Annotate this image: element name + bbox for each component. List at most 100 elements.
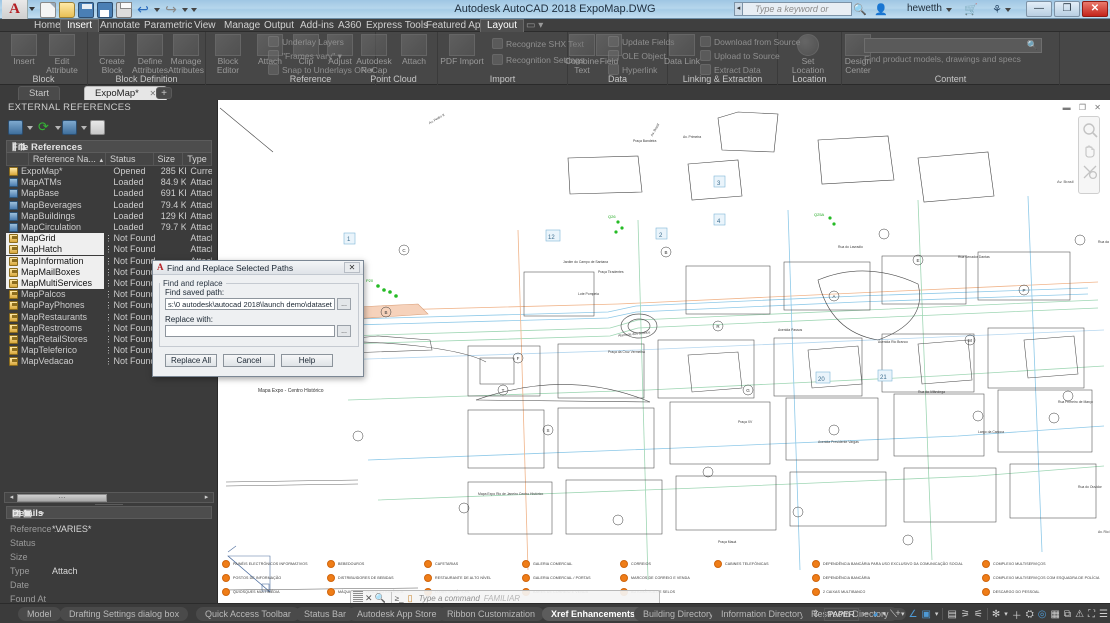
user-icon[interactable]: 👤 [874, 3, 888, 16]
layout-tab[interactable]: Drafting Settings dialog box [60, 607, 189, 621]
panel-title-linking[interactable]: Linking & Extraction [668, 74, 777, 85]
table-row[interactable]: MapBuildings Loaded 129 KBAttach [6, 211, 212, 222]
replace-browse-button[interactable]: ... [337, 325, 351, 337]
manage-attributes-button[interactable]: Manage Attributes [164, 34, 208, 75]
panel-title-content[interactable]: Content [842, 74, 1059, 85]
refresh-dropdown-arrow[interactable] [55, 126, 61, 130]
search-input[interactable]: Type a keyword or phrase [742, 2, 852, 27]
palette-horizontal-scrollbar[interactable]: ◂ ⋯ ▸ [4, 492, 214, 503]
tab-layout[interactable]: Layout [480, 19, 525, 32]
person-b-icon[interactable]: ⚟ [974, 609, 983, 620]
cell-reference-name[interactable]: ExpoMap* [6, 166, 105, 177]
viewport-icon[interactable]: ▣ [921, 609, 930, 620]
help-book-icon[interactable] [90, 120, 105, 135]
layout-tab[interactable]: Xref Enhancements [542, 607, 645, 621]
ole-object-button[interactable]: OLE Object [608, 50, 666, 61]
share-icon[interactable]: ⚘ [992, 3, 1002, 16]
copy-icon[interactable]: ⧉ [1064, 609, 1071, 620]
command-input[interactable]: Type a command [419, 594, 480, 603]
col-type[interactable]: Type [183, 153, 211, 165]
block-editor-button[interactable]: Block Editor [206, 34, 250, 75]
table-row[interactable]: MapBase Loaded 691 KBAttach [6, 188, 212, 199]
cell-reference-name[interactable]: MapRetailStores [6, 334, 104, 345]
cell-reference-name[interactable]: MapBuildings [6, 211, 105, 222]
content-search-input[interactable]: 🔍 [864, 38, 1042, 53]
cell-reference-name[interactable]: MapInformation [6, 255, 105, 267]
change-path-dropdown-arrow[interactable] [81, 126, 87, 130]
navigation-bar[interactable]: Av. Brasil [1057, 116, 1100, 194]
scroll-right-arrow[interactable]: ▸ [201, 494, 212, 502]
panel-title-import[interactable]: Import [438, 74, 567, 85]
pdf-import-button[interactable]: PDF Import [440, 34, 484, 66]
paper-space-label[interactable]: PAPER [824, 607, 859, 621]
panel-title-point-cloud[interactable]: Point Cloud [350, 74, 437, 85]
command-close-icon[interactable]: ✕ [365, 593, 373, 604]
pointcloud-attach-button[interactable]: Attach [392, 34, 436, 66]
cancel-button[interactable]: Cancel [223, 354, 275, 367]
search-binoculars-icon[interactable]: 🔍 [853, 3, 867, 16]
table-row[interactable]: MapCirculation Loaded 79.7 KBAttach [6, 222, 212, 233]
cell-reference-name[interactable]: MapPayPhones [6, 300, 104, 311]
change-path-icon[interactable] [62, 120, 77, 135]
col-status[interactable]: Status [106, 153, 154, 165]
replace-with-input[interactable] [165, 325, 335, 337]
workspace-dropdown-arrow[interactable]: ▾ [1004, 610, 1008, 618]
cell-reference-name[interactable]: MapBase [6, 188, 105, 199]
customization-plus-icon[interactable]: ＋ [1012, 607, 1022, 622]
find-replace-dialog[interactable]: A Find and Replace Selected Paths ✕ Find… [152, 260, 364, 377]
hardware-acceleration-icon[interactable]: ◎ [1038, 609, 1047, 620]
layout-tab[interactable]: Building Directory [634, 607, 723, 621]
layout-dropdown-arrow[interactable]: ▾ [882, 610, 886, 618]
orbit-icon[interactable] [1082, 164, 1098, 180]
set-location-button[interactable]: Set Location [786, 34, 830, 75]
cell-reference-name[interactable]: MapMailBoxes [6, 266, 105, 278]
warning-icon[interactable]: ⚠ [1075, 609, 1084, 620]
extract-data-button[interactable]: Extract Data [700, 64, 761, 75]
restore-button[interactable]: ❐ [1054, 1, 1080, 17]
table-row[interactable]: MapBeverages Loaded 79.4 KBAttach [6, 200, 212, 211]
annotation-scale-icon[interactable]: ⟍ [890, 609, 897, 620]
table-row[interactable]: MapHatch⋮Not FoundAttach [6, 244, 212, 256]
cell-reference-name[interactable]: MapHatch [6, 244, 105, 256]
cart-icon[interactable]: 🛒 [964, 3, 978, 16]
cell-reference-name[interactable]: MapRestrooms [6, 323, 104, 334]
layout-tab[interactable]: Autodesk App Store [348, 607, 446, 621]
scale-icon[interactable]: ⌐ [863, 609, 869, 620]
viewport-minimize-icon[interactable]: ▬ [1063, 103, 1074, 112]
layout-tab[interactable]: Status Bar [295, 607, 356, 621]
attach-dropdown-arrow[interactable] [27, 126, 33, 130]
isolate-objects-icon[interactable]: ▤ [947, 609, 956, 620]
col-reference-name[interactable]: Reference Na... ▲ [29, 153, 107, 165]
layout-tab[interactable]: Quick Access Toolbar [196, 607, 300, 621]
ribbon-display-options-icon[interactable]: ▭ ▾ [520, 19, 549, 32]
layout-arrows-icon[interactable]: ◕ [872, 609, 878, 620]
help-button[interactable]: Help [281, 354, 333, 367]
layout-tab[interactable]: Information Directory [712, 607, 814, 621]
model-space-arrows-icon[interactable]: ⇳ [812, 609, 820, 620]
find-saved-path-input[interactable] [165, 298, 335, 310]
replace-all-button[interactable]: Replace All [165, 354, 217, 367]
data-link-button[interactable]: Data Link [660, 34, 704, 66]
cell-reference-name[interactable]: MapBeverages [6, 200, 105, 211]
viewport-controls[interactable]: ▬ ❐ ✕ [1063, 103, 1104, 112]
underlay-layers-button[interactable]: Underlay Layers [268, 36, 344, 47]
find-browse-button[interactable]: ... [337, 298, 351, 310]
attach-dwg-icon[interactable] [8, 120, 23, 135]
table-row[interactable]: ExpoMap* Opened 285 KBCurrent [6, 166, 212, 177]
autodesk-recap-button[interactable]: Autodesk ReCap [352, 34, 396, 75]
refresh-icon[interactable]: ⟳ [36, 120, 51, 135]
cell-reference-name[interactable]: MapCirculation [6, 222, 105, 233]
new-file-tab-button[interactable]: + [156, 87, 172, 99]
tab-view[interactable]: View [188, 19, 222, 32]
file-tab-expomap[interactable]: ExpoMap* ✕ [84, 86, 168, 100]
close-button[interactable]: ✕ [1082, 1, 1108, 17]
panel-title-block-definition[interactable]: Block Definition [88, 74, 205, 85]
clean-screen-icon[interactable]: ▦ [1050, 609, 1059, 620]
viewport-restore-icon[interactable]: ❐ [1079, 103, 1089, 112]
minimize-button[interactable]: — [1026, 1, 1052, 17]
table-row[interactable]: MapATMs Loaded 84.9 KBAttach [6, 177, 212, 188]
user-name[interactable]: hewetth [907, 3, 942, 14]
frames-vary-button[interactable]: "Frames vary" ▾ [268, 50, 342, 62]
panel-title-data[interactable]: Data [568, 74, 667, 85]
layout-tab[interactable]: Ribbon Customization [438, 607, 545, 621]
